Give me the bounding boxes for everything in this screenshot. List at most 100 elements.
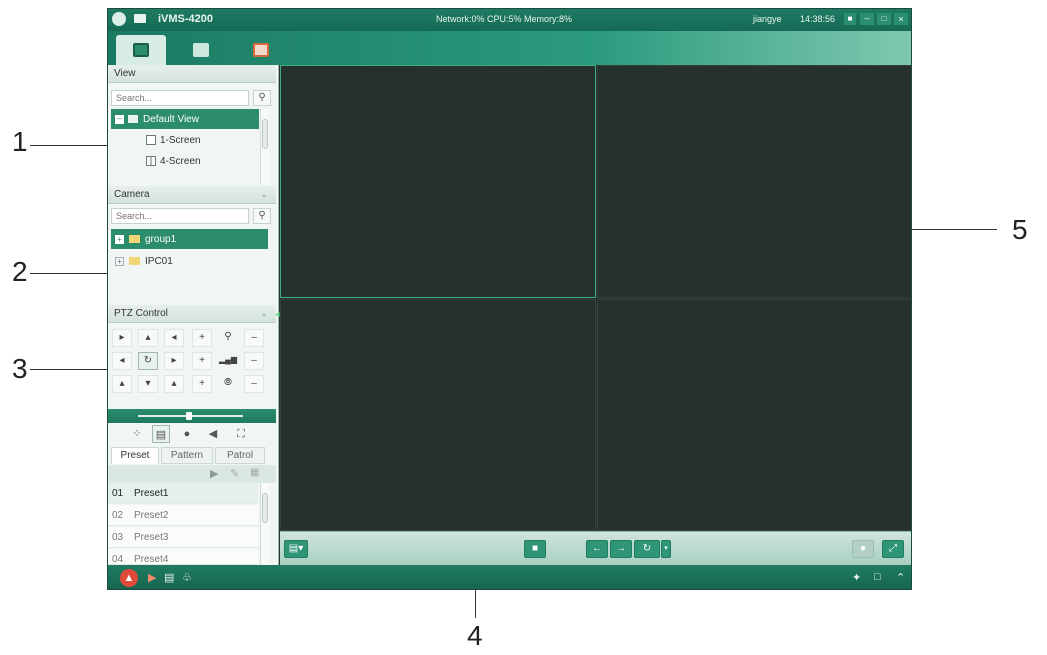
delete-preset-icon[interactable]: ▦ xyxy=(250,467,259,478)
ptz-speed-slider[interactable] xyxy=(108,409,276,423)
collapse-icon[interactable]: – xyxy=(115,114,124,124)
tab-preset[interactable]: Preset xyxy=(111,447,159,464)
preset-row[interactable]: 01 Preset1 xyxy=(108,483,258,504)
video-window-4[interactable] xyxy=(597,299,911,531)
preset-row[interactable]: 03 Preset3 xyxy=(108,527,258,548)
scroll-thumb[interactable] xyxy=(262,119,268,149)
preset-label: Preset3 xyxy=(134,532,169,543)
fullscreen-icon[interactable]: ⛶ xyxy=(232,425,250,443)
live-view-toolbar: ▤▾ ■ ← → ↻ ▾ ● ⤢ xyxy=(280,531,911,565)
view-search-icon[interactable]: ⚲ xyxy=(253,90,271,106)
zoom-out-button[interactable]: – xyxy=(244,329,264,347)
folder-icon xyxy=(129,257,140,265)
focus-near-button[interactable]: + xyxy=(192,352,212,370)
preset-row[interactable]: 02 Preset2 xyxy=(108,505,258,526)
expand-icon[interactable]: + xyxy=(115,256,124,266)
camera-search-input[interactable] xyxy=(111,208,249,224)
expand-up-icon[interactable]: ⌃ xyxy=(896,571,905,584)
tab-pattern[interactable]: Pattern xyxy=(161,447,213,464)
iris-icon: ⦾ xyxy=(224,377,232,388)
app-title: iVMS-4200 xyxy=(158,13,214,25)
video-window-2[interactable] xyxy=(597,65,911,298)
expand-icon[interactable]: + xyxy=(115,234,124,244)
ptz-down-button[interactable]: ▾ xyxy=(138,375,158,393)
lock-icon[interactable]: ■ xyxy=(844,13,856,25)
iris-open-button[interactable]: + xyxy=(192,375,212,393)
tree-item-label: 4-Screen xyxy=(160,155,201,167)
folder-icon xyxy=(129,235,140,243)
ptz-up-right-button[interactable]: ◂ xyxy=(164,329,184,347)
ptz-up-button[interactable]: ▴ xyxy=(138,329,158,347)
view-section-header[interactable]: View xyxy=(108,65,276,83)
focus-far-button[interactable]: – xyxy=(244,352,264,370)
minimize-button[interactable]: – xyxy=(860,13,874,25)
auto-switch-dropdown[interactable]: ▾ xyxy=(661,540,671,558)
zoom-in-button[interactable]: + xyxy=(192,329,212,347)
tab-main-view[interactable] xyxy=(116,35,166,65)
fullscreen-button[interactable]: ⤢ xyxy=(882,540,904,558)
preset-number: 01 xyxy=(112,488,124,499)
lens-init-icon[interactable]: ◀ xyxy=(204,425,222,443)
bulb-icon[interactable]: ● xyxy=(178,425,196,443)
grid-layout-icon xyxy=(146,156,156,166)
light-icon[interactable]: ⁘ xyxy=(128,425,146,443)
clock: 14:38:56 xyxy=(800,14,836,24)
ptz-down-right-button[interactable]: ▴ xyxy=(164,375,184,393)
capture-button[interactable]: ● xyxy=(852,540,874,558)
restore-icon[interactable]: □ xyxy=(874,571,881,583)
previous-page-button[interactable]: ← xyxy=(586,540,608,558)
edit-preset-icon[interactable]: ✎ xyxy=(230,467,239,480)
auto-switch-button[interactable]: ↻ xyxy=(634,540,660,558)
app-logo-icon xyxy=(112,12,126,26)
maximize-button[interactable]: □ xyxy=(877,13,891,25)
camera-search-icon[interactable]: ⚲ xyxy=(253,208,271,224)
ptz-auto-scan-button[interactable]: ↻ xyxy=(138,352,158,370)
alarm-sound-icon[interactable]: ▶ xyxy=(148,571,156,584)
next-page-button[interactable]: → xyxy=(610,540,632,558)
alarm-icon[interactable]: ▲ xyxy=(120,569,138,587)
tab-remote-playback[interactable] xyxy=(176,35,226,65)
tree-item-default-view[interactable]: – Default View xyxy=(111,109,259,129)
tree-item-group1[interactable]: + group1 xyxy=(111,229,268,249)
close-button[interactable]: × xyxy=(894,13,908,25)
video-window-1[interactable] xyxy=(280,65,596,298)
audio-icon[interactable]: ♧ xyxy=(182,571,192,584)
slider-handle[interactable] xyxy=(186,412,192,420)
preset-scrollbar[interactable] xyxy=(260,483,269,565)
callout-3: 3 xyxy=(12,353,28,384)
module-tab-bar xyxy=(108,31,911,65)
ptz-right-button[interactable]: ▸ xyxy=(164,352,184,370)
scroll-thumb[interactable] xyxy=(262,493,268,523)
tree-item-4-screen[interactable]: 4-Screen xyxy=(146,151,256,171)
ptz-left-button[interactable]: ◂ xyxy=(112,352,132,370)
tab-event[interactable] xyxy=(236,35,286,65)
tree-item-1-screen[interactable]: 1-Screen xyxy=(146,130,256,150)
video-window-3[interactable] xyxy=(280,299,596,531)
view-scrollbar[interactable] xyxy=(260,109,269,185)
chevron-down-icon: ⌄ xyxy=(260,189,268,199)
ptz-up-left-button[interactable]: ▸ xyxy=(112,329,132,347)
preset-number: 02 xyxy=(112,510,124,521)
pin-icon[interactable]: ✦ xyxy=(852,571,861,584)
panel-collapse-handle[interactable]: ◀ xyxy=(275,311,280,318)
wiper-icon[interactable]: ▤ xyxy=(152,425,170,443)
ptz-section-header[interactable]: PTZ Control ⌄ xyxy=(108,305,276,323)
preset-action-bar: ▶ ✎ ▦ xyxy=(108,465,276,483)
camera-section-header[interactable]: Camera ⌄ xyxy=(108,186,276,204)
view-search-input[interactable] xyxy=(111,90,249,106)
view-folder-icon xyxy=(128,115,138,123)
ptz-down-left-button[interactable]: ▴ xyxy=(112,375,132,393)
camera-logo-icon xyxy=(134,14,146,23)
title-bar: iVMS-4200 Network:0% CPU:5% Memory:8% ji… xyxy=(108,9,911,31)
iris-close-button[interactable]: – xyxy=(244,375,264,393)
call-preset-icon[interactable]: ▶ xyxy=(210,467,218,480)
app-window: iVMS-4200 Network:0% CPU:5% Memory:8% ji… xyxy=(107,8,912,590)
window-division-button[interactable]: ▤▾ xyxy=(284,540,308,558)
stop-all-button[interactable]: ■ xyxy=(524,540,546,558)
event-list-icon[interactable]: ▤ xyxy=(164,571,174,584)
tree-item-ipc01[interactable]: + IPC01 xyxy=(115,251,265,271)
preset-row[interactable]: 04 Preset4 xyxy=(108,549,258,565)
preset-number: 04 xyxy=(112,554,124,565)
callout-4: 4 xyxy=(467,620,483,651)
tab-patrol[interactable]: Patrol xyxy=(215,447,265,464)
